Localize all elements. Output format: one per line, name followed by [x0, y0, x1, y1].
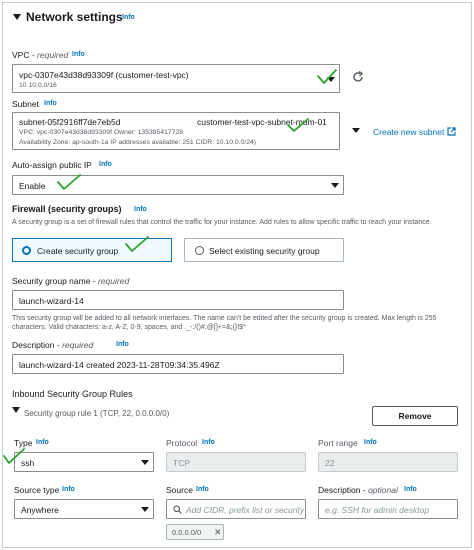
- description-info-link[interactable]: Info: [116, 341, 129, 348]
- radio-unselected-icon: [195, 246, 204, 255]
- source-label: Source: [166, 485, 193, 495]
- refresh-icon[interactable]: [352, 70, 364, 85]
- sg-name-label: Security group name - required: [12, 276, 130, 286]
- protocol-input: TCP: [166, 452, 306, 472]
- rule-description-info-link[interactable]: Info: [404, 486, 417, 493]
- subnet-label: Subnet: [12, 99, 39, 109]
- checkmark-icon: [287, 118, 309, 132]
- port-range-input: 22: [318, 452, 458, 472]
- source-placeholder: Add CIDR, prefix list or security: [186, 505, 305, 515]
- checkmark-icon: [317, 69, 337, 84]
- sg-name-note: This security group will be added to all…: [12, 315, 437, 331]
- vpc-info-link[interactable]: Info: [72, 51, 85, 58]
- description-input[interactable]: launch-wizard-14 created 2023-11-28T09:3…: [12, 354, 344, 374]
- protocol-info-link[interactable]: Info: [202, 439, 215, 446]
- auto-assign-ip-label: Auto-assign public IP: [12, 160, 92, 170]
- create-new-subnet-link[interactable]: Create new subnet: [373, 127, 444, 137]
- source-info-link[interactable]: Info: [196, 486, 209, 493]
- port-range-info-link[interactable]: Info: [364, 439, 377, 446]
- source-token-value: 0.0.0.0/0: [172, 528, 202, 537]
- select-existing-sg-option[interactable]: Select existing security group: [184, 238, 344, 262]
- checkmark-icon: [125, 236, 149, 252]
- source-type-value: Anywhere: [21, 505, 59, 515]
- port-range-label: Port range: [318, 438, 358, 448]
- chevron-down-icon: [352, 128, 360, 133]
- firewall-description: A security group is a set of firewall ru…: [12, 219, 432, 226]
- subnet-info-link[interactable]: Info: [44, 100, 57, 107]
- type-info-link[interactable]: Info: [36, 439, 49, 446]
- vpc-cidr: 10.10.0.0/16: [19, 82, 57, 89]
- close-icon[interactable]: ✕: [214, 527, 222, 538]
- inbound-rules-title: Inbound Security Group Rules: [12, 389, 133, 399]
- select-existing-sg-label: Select existing security group: [209, 246, 320, 256]
- chevron-down-icon: [141, 507, 149, 512]
- remove-rule-button[interactable]: Remove: [372, 406, 458, 426]
- sg-name-input[interactable]: launch-wizard-14: [12, 290, 344, 310]
- firewall-title: Firewall (security groups): [12, 204, 122, 214]
- auto-ip-info-link[interactable]: Info: [99, 161, 112, 168]
- source-type-info-link[interactable]: Info: [62, 486, 75, 493]
- protocol-value: TCP: [173, 458, 190, 468]
- source-input[interactable]: Add CIDR, prefix list or security: [166, 499, 306, 519]
- vpc-value: vpc-0307e43d38d93309f (customer-test-vpc…: [19, 70, 189, 80]
- rule-description-label: Description - optional: [318, 485, 398, 495]
- network-info-link[interactable]: Info: [122, 14, 135, 21]
- subnet-az-details: Availability Zone: ap-south-1a IP addres…: [19, 139, 257, 146]
- checkmark-icon: [3, 448, 25, 464]
- collapse-triangle-icon[interactable]: [12, 12, 22, 24]
- search-icon: [173, 505, 182, 516]
- sg-name-value: launch-wizard-14: [19, 296, 84, 306]
- source-token[interactable]: 0.0.0.0/0 ✕: [166, 524, 224, 540]
- description-value: launch-wizard-14 created 2023-11-28T09:3…: [19, 360, 220, 370]
- chevron-down-icon: [141, 460, 149, 465]
- external-link-icon[interactable]: [447, 127, 456, 138]
- radio-selected-icon: [22, 246, 31, 255]
- firewall-info-link[interactable]: Info: [134, 206, 147, 213]
- vpc-label: VPC - required: [12, 50, 69, 60]
- rule-description-placeholder: e.g. SSH for admin desktop: [325, 505, 429, 515]
- port-range-value: 22: [325, 458, 335, 468]
- section-title: Network settings: [26, 10, 123, 24]
- auto-ip-value: Enable: [19, 181, 46, 191]
- rule-summary: Security group rule 1 (TCP, 22, 0.0.0.0/…: [24, 409, 170, 418]
- vpc-select[interactable]: vpc-0307e43d38d93309f (customer-test-vpc…: [12, 64, 340, 93]
- create-sg-label: Create security group: [37, 246, 119, 256]
- source-type-select[interactable]: Anywhere: [14, 499, 154, 519]
- source-type-label: Source type: [14, 485, 60, 495]
- type-select[interactable]: ssh: [14, 452, 154, 472]
- checkmark-icon: [57, 174, 81, 190]
- chevron-down-icon: [331, 183, 339, 188]
- protocol-label: Protocol: [166, 438, 198, 448]
- rule-expand-triangle-icon[interactable]: [12, 406, 20, 416]
- rule-description-input[interactable]: e.g. SSH for admin desktop: [318, 499, 458, 519]
- subnet-vpc-owner: VPC: vpc-0307e43d38d93309f Owner: 135385…: [19, 129, 184, 136]
- description-label: Description - required: [12, 340, 94, 350]
- subnet-id: subnet-05f2916ff7de7eb5d: [19, 117, 121, 127]
